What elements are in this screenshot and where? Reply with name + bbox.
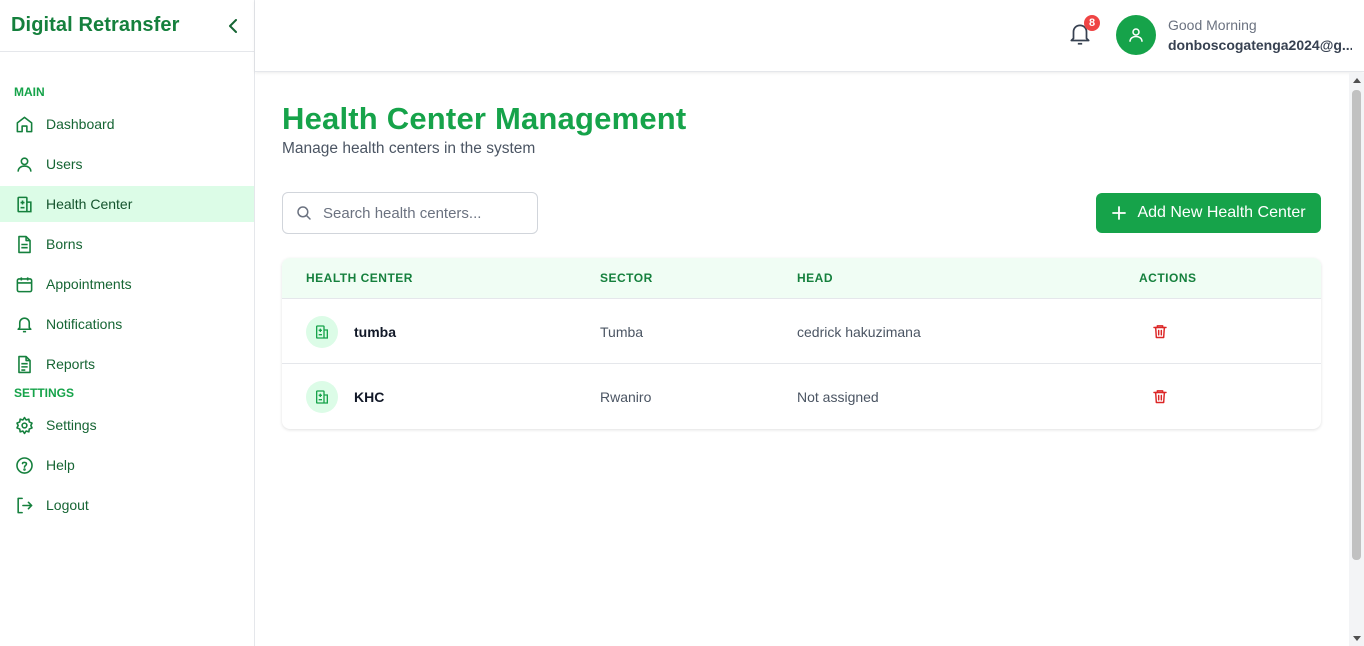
sidebar-item-label: Reports bbox=[46, 356, 96, 372]
hospital-icon bbox=[14, 194, 34, 214]
main-nav: Dashboard Users Health Center Borns Appo… bbox=[0, 106, 254, 382]
section-label-settings: SETTINGS bbox=[14, 386, 75, 400]
delete-trash-icon[interactable] bbox=[1152, 323, 1168, 340]
top-header: 8 Good Morning donboscogatenga2024@g... bbox=[255, 0, 1364, 72]
actions-cell bbox=[1152, 299, 1168, 364]
calendar-icon bbox=[14, 274, 34, 294]
head-cell: Not assigned bbox=[797, 388, 879, 405]
main-content: Health Center Management Manage health c… bbox=[255, 73, 1349, 646]
settings-nav: Settings Help Logout bbox=[0, 407, 254, 523]
health-center-name: KHC bbox=[354, 388, 385, 405]
sidebar-item-settings[interactable]: Settings bbox=[0, 407, 254, 443]
sidebar-item-health-center[interactable]: Health Center bbox=[0, 186, 254, 222]
sidebar-item-label: Notifications bbox=[46, 316, 123, 332]
sidebar-item-borns[interactable]: Borns bbox=[0, 226, 254, 262]
document-icon bbox=[14, 234, 34, 254]
head-cell: cedrick hakuzimana bbox=[797, 323, 921, 340]
vertical-scrollbar[interactable] bbox=[1349, 73, 1364, 646]
sidebar-item-appointments[interactable]: Appointments bbox=[0, 266, 254, 302]
sidebar: Digital Retransfer MAIN Dashboard Users … bbox=[0, 0, 255, 646]
user-email: donboscogatenga2024@g... bbox=[1168, 37, 1352, 53]
search-icon bbox=[295, 204, 313, 222]
page-subtitle: Manage health centers in the system bbox=[282, 140, 536, 157]
help-icon bbox=[14, 455, 34, 475]
column-header-sector: SECTOR bbox=[600, 271, 653, 285]
table-row: tumba Tumba cedrick hakuzimana bbox=[282, 299, 1321, 364]
logout-icon bbox=[14, 495, 34, 515]
search-box bbox=[282, 192, 538, 234]
add-button-label: Add New Health Center bbox=[1137, 204, 1306, 221]
home-icon bbox=[14, 114, 34, 134]
sidebar-item-notifications[interactable]: Notifications bbox=[0, 306, 254, 342]
health-center-name: tumba bbox=[354, 323, 396, 340]
brand-header: Digital Retransfer bbox=[0, 0, 254, 52]
table-header: HEALTH CENTER SECTOR HEAD ACTIONS bbox=[282, 258, 1321, 299]
search-input[interactable] bbox=[323, 204, 533, 222]
table-row: KHC Rwaniro Not assigned bbox=[282, 364, 1321, 429]
collapse-sidebar-button[interactable] bbox=[224, 17, 242, 35]
scrollbar-thumb[interactable] bbox=[1352, 90, 1361, 560]
sidebar-item-label: Dashboard bbox=[46, 116, 115, 132]
health-center-cell: KHC bbox=[306, 364, 384, 429]
scroll-down-arrow-icon[interactable] bbox=[1353, 636, 1361, 641]
sector-cell: Rwaniro bbox=[600, 388, 652, 405]
actions-cell bbox=[1152, 364, 1168, 429]
sidebar-item-label: Settings bbox=[46, 417, 97, 433]
sidebar-item-label: Help bbox=[46, 457, 75, 473]
notification-count-badge: 8 bbox=[1084, 15, 1100, 31]
health-center-cell: tumba bbox=[306, 299, 396, 364]
delete-trash-icon[interactable] bbox=[1152, 388, 1168, 405]
sector-cell: Tumba bbox=[600, 323, 644, 340]
sidebar-item-label: Health Center bbox=[46, 196, 133, 212]
greeting-text: Good Morning bbox=[1168, 17, 1257, 33]
gear-icon bbox=[14, 415, 34, 435]
hospital-icon bbox=[306, 315, 338, 348]
page-title: Health Center Management bbox=[282, 101, 687, 136]
add-health-center-button[interactable]: Add New Health Center bbox=[1096, 193, 1321, 233]
sidebar-item-dashboard[interactable]: Dashboard bbox=[0, 106, 254, 142]
sidebar-item-label: Users bbox=[46, 156, 83, 172]
plus-icon bbox=[1111, 205, 1127, 221]
avatar[interactable] bbox=[1116, 15, 1156, 55]
column-header-actions: ACTIONS bbox=[1139, 271, 1197, 285]
health-centers-table: HEALTH CENTER SECTOR HEAD ACTIONS tumba … bbox=[282, 258, 1321, 429]
user-icon bbox=[14, 154, 34, 174]
sidebar-item-label: Appointments bbox=[46, 276, 132, 292]
section-label-main: MAIN bbox=[14, 85, 45, 99]
sidebar-item-reports[interactable]: Reports bbox=[0, 346, 254, 382]
sidebar-item-users[interactable]: Users bbox=[0, 146, 254, 182]
sidebar-item-label: Logout bbox=[46, 497, 89, 513]
scroll-up-arrow-icon[interactable] bbox=[1353, 78, 1361, 83]
sidebar-item-logout[interactable]: Logout bbox=[0, 487, 254, 523]
column-header-head: HEAD bbox=[797, 271, 834, 285]
column-header-health-center: HEALTH CENTER bbox=[306, 271, 413, 285]
bell-icon bbox=[14, 314, 34, 334]
app-title: Digital Retransfer bbox=[11, 14, 180, 36]
sidebar-item-help[interactable]: Help bbox=[0, 447, 254, 483]
report-icon bbox=[14, 354, 34, 374]
hospital-icon bbox=[306, 380, 338, 413]
sidebar-item-label: Borns bbox=[46, 236, 83, 252]
